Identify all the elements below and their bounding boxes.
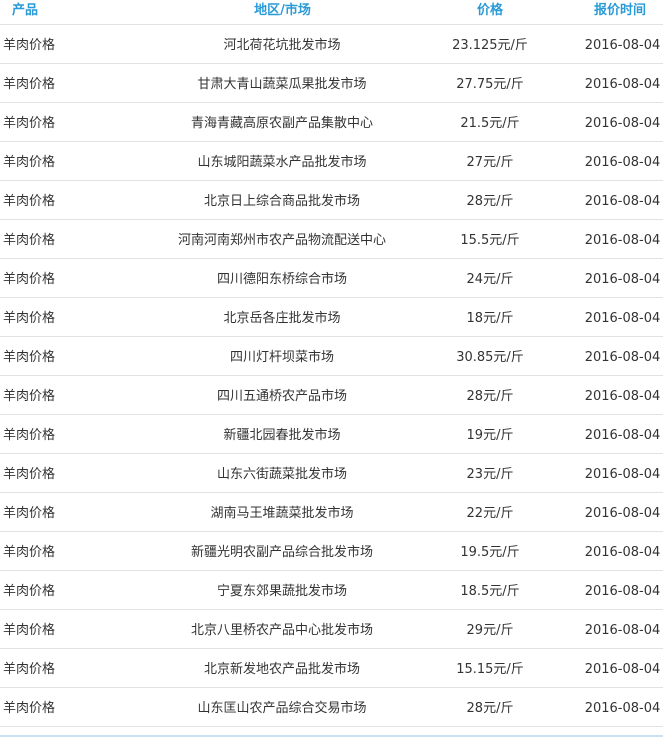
cell-market: 四川德阳东桥综合市场 — [216, 272, 347, 287]
table-header: 产品 地区/市场 价格 报价时间 — [0, 0, 663, 25]
cell-date: 2016-08-04 — [584, 311, 661, 326]
cell-price: 23元/斤 — [466, 467, 514, 482]
cell-date: 2016-08-04 — [584, 350, 661, 365]
cell-price: 29元/斤 — [466, 623, 514, 638]
table-body: 羊肉价格 河北荷花坑批发市场 23.125元/斤 2016-08-04 羊肉价格 甘肃大青… — [0, 25, 663, 727]
cell-price: 23.125元/斤 — [452, 38, 528, 53]
cell-date: 2016-08-04 — [584, 584, 661, 599]
table-row: 羊肉价格 四川灯杆坝菜市场 30.85元/斤 2016-08-04 — [0, 337, 663, 376]
cell-price: 18.5元/斤 — [460, 584, 520, 599]
table-row: 羊肉价格 青海青藏高原农副产品集散中心 21.5元/斤 2016-08-04 — [0, 103, 663, 142]
cell-product: 羊肉价格 — [3, 155, 56, 170]
header-date: 报价时间 — [593, 3, 646, 18]
cell-market: 青海青藏高原农副产品集散中心 — [190, 116, 373, 131]
cell-product: 羊肉价格 — [3, 77, 56, 92]
cell-market: 新疆北园春批发市场 — [223, 428, 341, 443]
cell-product: 羊肉价格 — [3, 194, 56, 209]
cell-price: 28元/斤 — [466, 389, 514, 404]
cell-price: 28元/斤 — [466, 194, 514, 209]
cell-market: 山东城阳蔬菜水产品批发市场 — [197, 155, 367, 170]
table-row: 羊肉价格 山东匡山农产品综合交易市场 28元/斤 2016-08-04 — [0, 688, 663, 727]
cell-market: 河南河南郑州市农产品物流配送中心 — [177, 233, 386, 248]
cell-date: 2016-08-04 — [584, 116, 661, 131]
price-table: 产品 地区/市场 价格 报价时间 羊肉价格 河北荷花坑批发市场 23.125元/斤 2… — [0, 0, 663, 739]
cell-product: 羊肉价格 — [3, 428, 56, 443]
table-row: 羊肉价格 四川德阳东桥综合市场 24元/斤 2016-08-04 — [0, 259, 663, 298]
cell-price: 18元/斤 — [466, 311, 514, 326]
cell-market: 北京八里桥农产品中心批发市场 — [190, 623, 373, 638]
cell-price: 27.75元/斤 — [456, 77, 524, 92]
table-row: 羊肉价格 新疆北园春批发市场 19元/斤 2016-08-04 — [0, 415, 663, 454]
table-row: 羊肉价格 四川五通桥农产品市场 28元/斤 2016-08-04 — [0, 376, 663, 415]
table-row: 羊肉价格 北京新发地农产品批发市场 15.15元/斤 2016-08-04 — [0, 649, 663, 688]
cell-market: 北京岳各庄批发市场 — [223, 311, 341, 326]
cell-product: 羊肉价格 — [3, 389, 56, 404]
cell-date: 2016-08-04 — [584, 155, 661, 170]
cell-market: 北京日上综合商品批发市场 — [203, 194, 360, 209]
cell-price: 24元/斤 — [466, 272, 514, 287]
cell-market: 山东六街蔬菜批发市场 — [216, 467, 347, 482]
cell-date: 2016-08-04 — [584, 233, 661, 248]
table-row: 羊肉价格 山东六街蔬菜批发市场 23元/斤 2016-08-04 — [0, 454, 663, 493]
cell-price: 19.5元/斤 — [460, 545, 520, 560]
cell-market: 新疆光明农副产品综合批发市场 — [190, 545, 373, 560]
cell-date: 2016-08-04 — [584, 506, 661, 521]
cell-product: 羊肉价格 — [3, 623, 56, 638]
table-row: 羊肉价格 山东城阳蔬菜水产品批发市场 27元/斤 2016-08-04 — [0, 142, 663, 181]
cell-date: 2016-08-04 — [584, 389, 661, 404]
cell-product: 羊肉价格 — [3, 116, 56, 131]
cell-product: 羊肉价格 — [3, 506, 56, 521]
table-row: 羊肉价格 湖南马王堆蔬菜批发市场 22元/斤 2016-08-04 — [0, 493, 663, 532]
cell-price: 22元/斤 — [466, 506, 514, 521]
cell-date: 2016-08-04 — [584, 623, 661, 638]
cell-price: 21.5元/斤 — [460, 116, 520, 131]
header-price: 价格 — [476, 3, 503, 18]
cell-date: 2016-08-04 — [584, 272, 661, 287]
cell-product: 羊肉价格 — [3, 701, 56, 716]
table-row: 羊肉价格 宁夏东郊果蔬批发市场 18.5元/斤 2016-08-04 — [0, 571, 663, 610]
cell-market: 宁夏东郊果蔬批发市场 — [216, 584, 347, 599]
table-row: 羊肉价格 北京八里桥农产品中心批发市场 29元/斤 2016-08-04 — [0, 610, 663, 649]
cell-product: 羊肉价格 — [3, 38, 56, 53]
cell-product: 羊肉价格 — [3, 662, 56, 677]
cell-market: 北京新发地农产品批发市场 — [203, 662, 360, 677]
cell-date: 2016-08-04 — [584, 467, 661, 482]
table-row: 羊肉价格 河南河南郑州市农产品物流配送中心 15.5元/斤 2016-08-04 — [0, 220, 663, 259]
cell-price: 15.5元/斤 — [460, 233, 520, 248]
cell-date: 2016-08-04 — [584, 545, 661, 560]
cell-date: 2016-08-04 — [584, 662, 661, 677]
cell-price: 15.15元/斤 — [456, 662, 524, 677]
table-row: 羊肉价格 北京日上综合商品批发市场 28元/斤 2016-08-04 — [0, 181, 663, 220]
cell-market: 山东匡山农产品综合交易市场 — [197, 701, 367, 716]
cell-date: 2016-08-04 — [584, 701, 661, 716]
bottom-divider — [0, 735, 663, 737]
cell-product: 羊肉价格 — [3, 233, 56, 248]
cell-product: 羊肉价格 — [3, 467, 56, 482]
cell-market: 河北荷花坑批发市场 — [223, 38, 341, 53]
cell-product: 羊肉价格 — [3, 584, 56, 599]
cell-market: 四川灯杆坝菜市场 — [229, 350, 334, 365]
table-row: 羊肉价格 甘肃大青山蔬菜瓜果批发市场 27.75元/斤 2016-08-04 — [0, 64, 663, 103]
cell-price: 27元/斤 — [466, 155, 514, 170]
cell-price: 30.85元/斤 — [456, 350, 524, 365]
cell-product: 羊肉价格 — [3, 350, 56, 365]
table-row: 羊肉价格 河北荷花坑批发市场 23.125元/斤 2016-08-04 — [0, 25, 663, 64]
cell-market: 四川五通桥农产品市场 — [216, 389, 347, 404]
cell-price: 28元/斤 — [466, 701, 514, 716]
cell-market: 甘肃大青山蔬菜瓜果批发市场 — [197, 77, 367, 92]
cell-date: 2016-08-04 — [584, 428, 661, 443]
cell-price: 19元/斤 — [466, 428, 514, 443]
cell-date: 2016-08-04 — [584, 38, 661, 53]
cell-product: 羊肉价格 — [3, 545, 56, 560]
table-row: 羊肉价格 新疆光明农副产品综合批发市场 19.5元/斤 2016-08-04 — [0, 532, 663, 571]
cell-product: 羊肉价格 — [3, 272, 56, 287]
table-row: 羊肉价格 北京岳各庄批发市场 18元/斤 2016-08-04 — [0, 298, 663, 337]
cell-product: 羊肉价格 — [3, 311, 56, 326]
cell-date: 2016-08-04 — [584, 77, 661, 92]
cell-market: 湖南马王堆蔬菜批发市场 — [210, 506, 354, 521]
cell-date: 2016-08-04 — [584, 194, 661, 209]
